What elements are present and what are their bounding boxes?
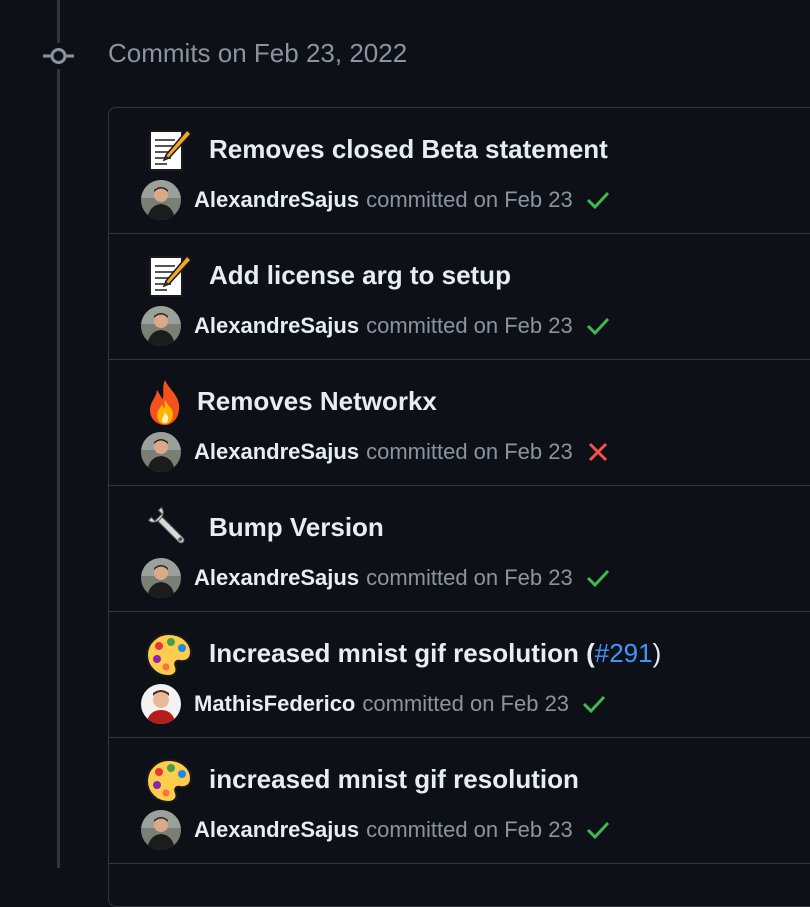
commit-meta: AlexandreSajus committed on Feb 23: [141, 180, 611, 220]
commit-meta: AlexandreSajus committed on Feb 23: [141, 810, 611, 850]
commit-group-heading: Commits on Feb 23, 2022: [108, 38, 408, 68]
art-palette-icon: [145, 756, 193, 804]
commit-title-link[interactable]: Bump Version: [209, 512, 384, 543]
timeline-line: [57, 0, 60, 868]
commit-author-link[interactable]: MathisFederico: [194, 691, 355, 717]
avatar[interactable]: [141, 684, 181, 724]
commit-row: Bump Version AlexandreSajus committed on…: [109, 486, 810, 612]
commit-author-link[interactable]: AlexandreSajus: [194, 439, 359, 465]
art-palette-icon: [145, 630, 193, 678]
commit-date: committed on Feb 23: [362, 691, 570, 716]
commit-author-link[interactable]: AlexandreSajus: [194, 817, 359, 843]
fire-icon: [145, 378, 193, 426]
commit-date: committed on Feb 23: [366, 187, 573, 212]
memo-icon: [145, 126, 193, 174]
avatar[interactable]: [141, 432, 181, 472]
commit-meta: AlexandreSajus committed on Feb 23: [141, 306, 611, 346]
commit-date: committed on Feb 23: [366, 313, 573, 338]
avatar[interactable]: [141, 810, 181, 850]
commit-date: committed on Feb 23: [366, 817, 573, 842]
commit-row: increased mnist gif resolution Alexandre…: [109, 738, 810, 864]
pull-request-link[interactable]: #291: [595, 638, 653, 668]
check-icon[interactable]: [585, 565, 611, 591]
commit-meta: AlexandreSajus committed on Feb 23: [141, 432, 611, 472]
commit-list: Removes closed Beta statement AlexandreS…: [108, 107, 810, 907]
commit-row: Increased mnist gif resolution (#291) Ma…: [109, 612, 810, 738]
avatar[interactable]: [141, 306, 181, 346]
x-icon[interactable]: [585, 439, 611, 465]
avatar[interactable]: [141, 558, 181, 598]
commit-author-link[interactable]: AlexandreSajus: [194, 313, 359, 339]
commit-title-suffix: ): [652, 638, 662, 668]
commit-date: committed on Feb 23: [366, 565, 573, 590]
commit-row: Add license arg to setup AlexandreSajus …: [109, 234, 810, 360]
memo-icon: [145, 252, 193, 300]
commit-title-link[interactable]: Add license arg to setup: [209, 260, 511, 291]
wrench-icon: [145, 504, 193, 552]
commit-date: committed on Feb 23: [366, 439, 573, 464]
commit-author-link[interactable]: AlexandreSajus: [194, 187, 359, 213]
commit-title-link[interactable]: Removes Networkx: [197, 386, 437, 417]
commit-meta: MathisFederico committed on Feb 23: [141, 684, 607, 724]
commit-title-link[interactable]: Increased mnist gif resolution (: [209, 638, 595, 668]
check-icon[interactable]: [585, 817, 611, 843]
commit-author-link[interactable]: AlexandreSajus: [194, 565, 359, 591]
commit-row: Removes Networkx AlexandreSajus committe…: [109, 360, 810, 486]
commit-title-link[interactable]: increased mnist gif resolution: [209, 764, 579, 795]
check-icon[interactable]: [585, 313, 611, 339]
avatar[interactable]: [141, 180, 181, 220]
check-icon[interactable]: [585, 187, 611, 213]
commit-meta: AlexandreSajus committed on Feb 23: [141, 558, 611, 598]
commit-title-link[interactable]: Removes closed Beta statement: [209, 134, 608, 165]
commit-row: Removes closed Beta statement AlexandreS…: [109, 108, 810, 234]
git-commit-icon: [43, 43, 74, 69]
commit-title: Increased mnist gif resolution (#291): [209, 638, 661, 669]
check-icon[interactable]: [581, 691, 607, 717]
